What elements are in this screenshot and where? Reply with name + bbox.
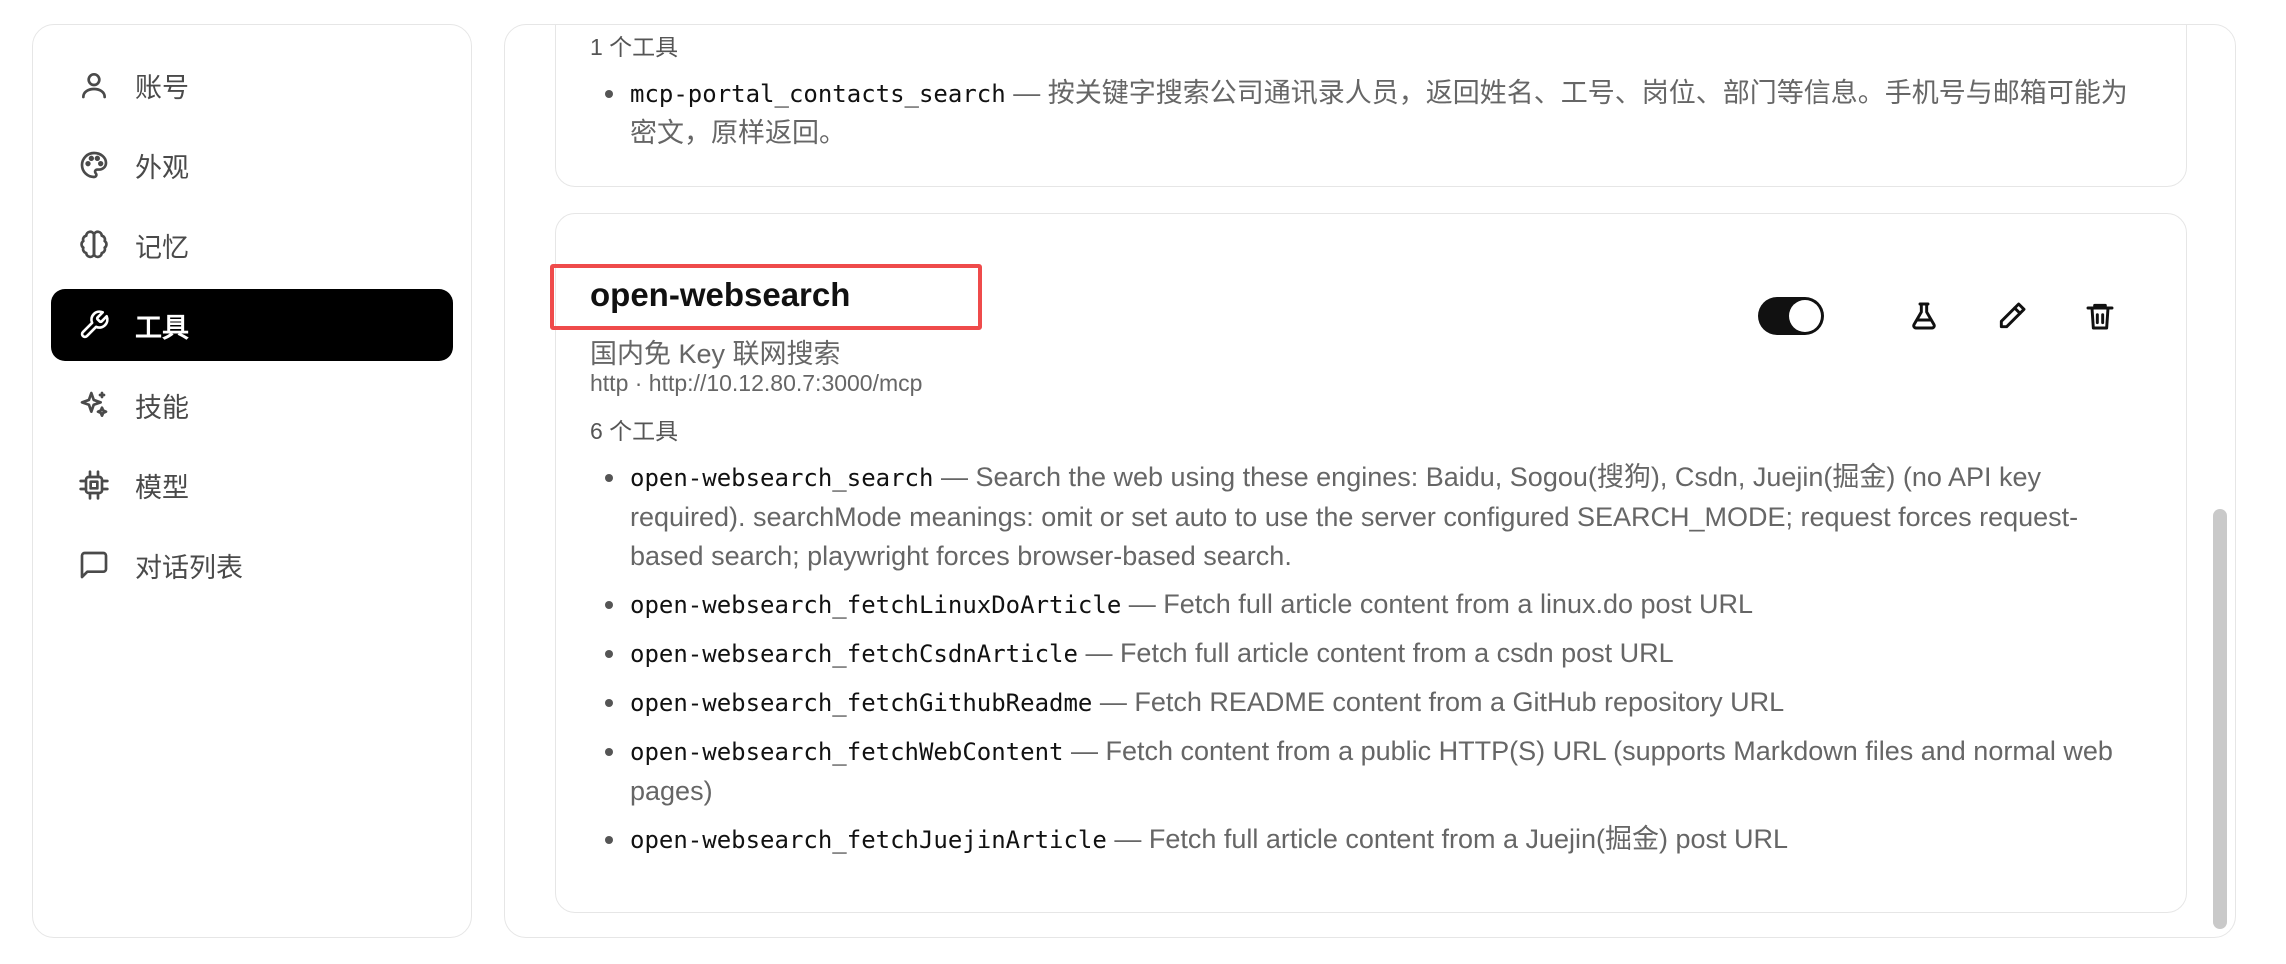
tool-description: — Fetch full article content from a Juej… xyxy=(1106,824,1789,854)
message-square-icon xyxy=(77,548,111,582)
tool-list: mcp-portal_contacts_search — 按关键字搜索公司通讯录… xyxy=(590,74,2146,162)
list-item: mcp-portal_contacts_search — 按关键字搜索公司通讯录… xyxy=(590,74,2146,153)
settings-sidebar: 账号 外观 记忆 工具 技能 模型 对话列表 xyxy=(32,24,472,938)
brain-icon xyxy=(77,228,111,262)
tool-description: — Fetch full article content from a csdn… xyxy=(1077,638,1674,668)
tool-name: open-websearch_search xyxy=(630,464,934,492)
mcp-server-card-open-websearch: open-websearch 国内免 Key 联网搜索 http · http:… xyxy=(550,213,2187,913)
tool-name: open-websearch_fetchLinuxDoArticle xyxy=(630,591,1122,619)
tool-name: mcp-portal_contacts_search xyxy=(630,80,1006,108)
flask-icon xyxy=(1908,300,1940,332)
mcp-server-card: 1 个工具 mcp-portal_contacts_search — 按关键字搜… xyxy=(555,25,2187,187)
server-name: open-websearch xyxy=(590,276,851,313)
tool-name: open-websearch_fetchCsdnArticle xyxy=(630,640,1078,668)
list-item: open-websearch_fetchLinuxDoArticle — Fet… xyxy=(590,585,2146,625)
sidebar-item-label: 记忆 xyxy=(135,232,189,263)
edit-server-button[interactable] xyxy=(1986,290,2038,342)
server-url: http · http://10.12.80.7:3000/mcp xyxy=(590,370,923,396)
tools-settings-panel[interactable]: 1 个工具 mcp-portal_contacts_search — 按关键字搜… xyxy=(504,24,2236,938)
test-server-button[interactable] xyxy=(1898,290,1950,342)
sidebar-item-memory[interactable]: 记忆 xyxy=(51,209,453,281)
sidebar-item-models[interactable]: 模型 xyxy=(51,449,453,521)
list-item: open-websearch_search — Search the web u… xyxy=(590,458,2146,576)
sidebar-item-appearance[interactable]: 外观 xyxy=(51,129,453,201)
sidebar-item-account[interactable]: 账号 xyxy=(51,49,453,121)
sidebar-item-label: 模型 xyxy=(135,472,189,503)
user-icon xyxy=(77,68,111,102)
sidebar-item-label: 账号 xyxy=(135,72,189,103)
sidebar-item-skills[interactable]: 技能 xyxy=(51,369,453,441)
sidebar-item-label: 对话列表 xyxy=(135,552,243,583)
list-item: open-websearch_fetchGithubReadme — Fetch… xyxy=(590,683,2146,723)
server-actions xyxy=(1758,290,2126,342)
tool-count: 6 个工具 xyxy=(590,418,679,444)
wrench-icon xyxy=(77,308,111,342)
scrollbar-thumb[interactable] xyxy=(2213,509,2227,929)
sidebar-item-label: 外观 xyxy=(135,152,189,183)
pencil-icon xyxy=(1996,300,2028,332)
palette-icon xyxy=(77,148,111,182)
tool-count: 1 个工具 xyxy=(590,34,679,60)
trash-icon xyxy=(2084,300,2116,332)
sidebar-item-tools[interactable]: 工具 xyxy=(51,289,453,361)
list-item: open-websearch_fetchJuejinArticle — Fetc… xyxy=(590,820,2146,860)
server-enable-toggle[interactable] xyxy=(1758,297,1824,335)
tool-name: open-websearch_fetchGithubReadme xyxy=(630,689,1093,717)
tool-list: open-websearch_search — Search the web u… xyxy=(590,458,2146,869)
delete-server-button[interactable] xyxy=(2074,290,2126,342)
sidebar-item-label: 技能 xyxy=(135,392,189,423)
list-item: open-websearch_fetchCsdnArticle — Fetch … xyxy=(590,634,2146,674)
cpu-icon xyxy=(77,468,111,502)
sparkles-icon xyxy=(77,388,111,422)
list-item: open-websearch_fetchWebContent — Fetch c… xyxy=(590,732,2146,811)
tool-name: open-websearch_fetchWebContent xyxy=(630,738,1064,766)
tool-description: — Fetch README content from a GitHub rep… xyxy=(1092,687,1785,717)
sidebar-item-conversations[interactable]: 对话列表 xyxy=(51,529,453,601)
server-description: 国内免 Key 联网搜索 xyxy=(590,339,841,369)
tool-description: — Fetch full article content from a linu… xyxy=(1121,589,1754,619)
tool-name: open-websearch_fetchJuejinArticle xyxy=(630,826,1107,854)
sidebar-item-label: 工具 xyxy=(135,312,189,343)
